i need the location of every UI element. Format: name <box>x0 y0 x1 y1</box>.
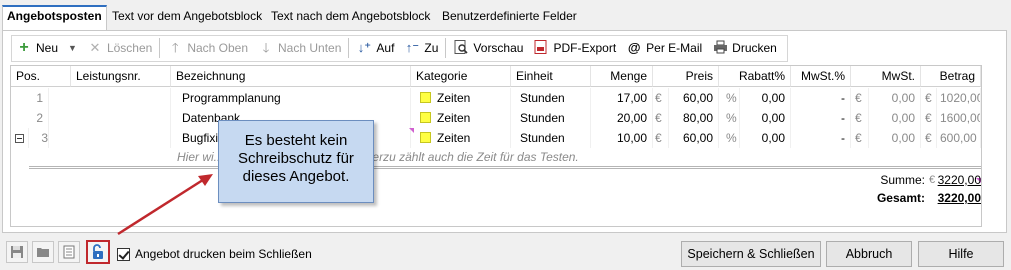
save-icon-button[interactable] <box>6 241 28 263</box>
document-icon <box>63 245 75 259</box>
cancel-button[interactable]: Abbruch <box>826 241 912 267</box>
callout-arrow-icon <box>117 174 213 236</box>
bottom-bar: Angebot drucken beim Schließen Speichern… <box>0 237 1011 270</box>
print-on-close-checkbox[interactable]: Angebot drucken beim Schließen <box>117 247 312 261</box>
folder-icon <box>37 248 49 257</box>
checkbox-box[interactable] <box>117 247 130 261</box>
help-button[interactable]: Hilfe <box>918 241 1004 267</box>
document-button[interactable] <box>58 241 80 263</box>
print-on-close-label: Angebot drucken beim Schließen <box>135 247 312 261</box>
unlocked-lock-icon <box>93 244 103 259</box>
open-folder-button[interactable] <box>32 241 54 263</box>
write-protection-toggle[interactable] <box>86 240 110 264</box>
save-close-button[interactable]: Speichern & Schließen <box>681 241 821 267</box>
floppy-disk-icon <box>11 246 23 258</box>
